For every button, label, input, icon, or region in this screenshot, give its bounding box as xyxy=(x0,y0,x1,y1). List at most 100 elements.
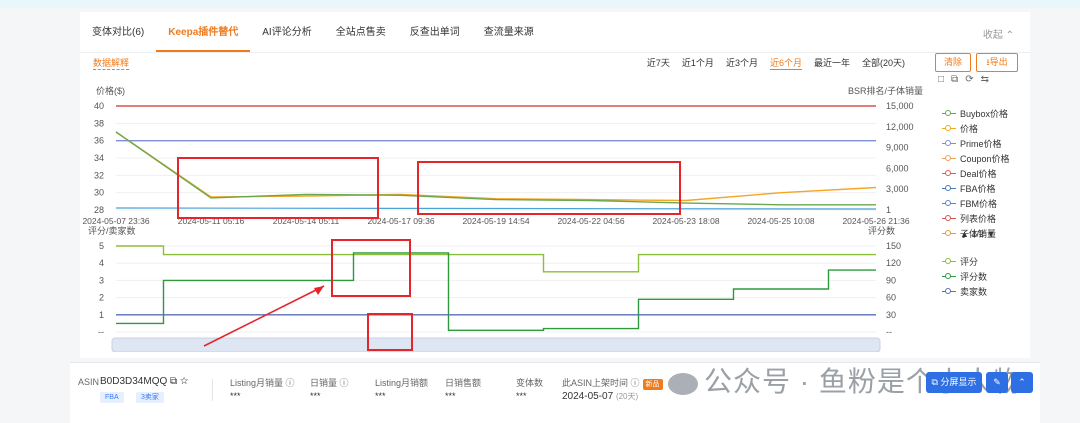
bottom-y-tick-label: 1 xyxy=(99,310,104,320)
monthly-revenue-value: *** xyxy=(375,391,386,401)
new-badge: 新品 xyxy=(642,379,663,390)
top-right-axis-label: BSR排名/子体销量 xyxy=(848,85,923,96)
collapse-up-button[interactable]: ⌃ xyxy=(1011,372,1033,393)
legend-item[interactable]: Buybox价格 xyxy=(942,106,1010,121)
bottom-right-ticks: 150 120 90 60 30 -- xyxy=(886,241,901,337)
monthly-sales-label: Listing月销量 ⓘ xyxy=(230,378,295,388)
star-icon[interactable]: ☆ xyxy=(180,376,188,387)
top-y2-tick-label: 6,000 xyxy=(886,163,909,173)
bottom-y2-tick-label: -- xyxy=(886,327,892,337)
bottom-y2-tick-label: 90 xyxy=(886,275,896,285)
daily-revenue-value: *** xyxy=(445,391,456,401)
annotation-box xyxy=(331,239,411,297)
export-button[interactable]: ⭳导出 xyxy=(976,53,1018,72)
legend-item[interactable]: FBA价格 xyxy=(942,181,1010,196)
bottom-right-axis-label: 评分数 xyxy=(868,225,895,236)
top-strip xyxy=(0,0,1080,8)
legend-item[interactable]: FBM价格 xyxy=(942,196,1010,211)
legend-label: Buybox价格 xyxy=(960,109,1009,119)
split-screen-button[interactable]: ⧉ 分屏显示 xyxy=(926,372,982,393)
top-y-tick-label: 36 xyxy=(94,136,104,146)
tab-bar: 变体对比(6) Keepa插件替代 AI评论分析 全站点售卖 反查出单词 查流量… xyxy=(80,12,1030,53)
tab-ai-review[interactable]: AI评论分析 xyxy=(250,12,323,52)
swap-icon[interactable]: ⇆ xyxy=(981,74,989,85)
help-icon[interactable]: ⓘ xyxy=(286,378,295,388)
top-x-tick-label: 2024-05-26 21:36 xyxy=(842,216,909,226)
legend-label: 评分数 xyxy=(960,272,988,282)
listing-time-label: 此ASIN上架时间 ⓘ 新品 xyxy=(562,376,663,390)
daily-sales-label: 日销量 ⓘ xyxy=(310,378,349,388)
legend-item[interactable]: 卖家数 xyxy=(942,284,987,299)
bottom-left-ticks: 5 4 3 2 1 -- xyxy=(98,241,104,337)
tab-reverse-words[interactable]: 反查出单词 xyxy=(398,12,472,52)
legend-marker-icon xyxy=(942,110,956,115)
edit-button[interactable]: ✎ xyxy=(986,372,1008,393)
legend-item[interactable]: Coupon价格 xyxy=(942,151,1010,166)
legend-item[interactable]: Deal价格 xyxy=(942,166,1010,181)
tab-all-sites[interactable]: 全站点售卖 xyxy=(324,12,398,52)
legend-item[interactable]: 评分数 xyxy=(942,269,987,284)
bottom-y2-tick-label: 150 xyxy=(886,241,901,251)
triangle-up-icon[interactable]: ▲ xyxy=(960,229,969,239)
daily-revenue-label: 日销售额 xyxy=(445,378,482,388)
legend-item[interactable]: 评分 xyxy=(942,254,987,269)
clear-button[interactable]: 清除 xyxy=(935,53,971,72)
chart-toolbar: □ ⧉ ⟳ ⇆ xyxy=(938,74,989,85)
top-y2-tick-label: 3,000 xyxy=(886,184,909,194)
bottom-left-axis-label: 评分/卖家数 xyxy=(88,225,136,236)
copy-icon[interactable]: ⧉ xyxy=(951,74,958,85)
legend-label: 卖家数 xyxy=(960,287,988,297)
legend-item[interactable]: 列表价格 xyxy=(942,211,1010,226)
series-line-价格 xyxy=(115,131,877,202)
daily-sales-value: *** xyxy=(310,391,321,401)
legend-marker-icon xyxy=(942,125,956,130)
top-y2-tick-label: 15,000 xyxy=(886,101,914,111)
legend-marker-icon xyxy=(942,170,956,175)
tab-traffic-source[interactable]: 查流量来源 xyxy=(472,12,546,52)
legend-label: 列表价格 xyxy=(960,214,997,224)
help-icon[interactable]: ⓘ xyxy=(631,378,640,388)
top-y-tick-label: 28 xyxy=(94,205,104,215)
zoom-slider[interactable] xyxy=(111,337,881,352)
legend-bottom: 评分评分数卖家数 xyxy=(942,254,987,299)
collapse-button[interactable]: 收起 ⌃ xyxy=(983,26,1014,41)
monthly-sales-value: *** xyxy=(230,391,241,401)
chevron-up-icon: ⌃ xyxy=(1005,30,1014,41)
bottom-y-tick-label: 4 xyxy=(99,258,104,268)
bottom-y-tick-label: 2 xyxy=(99,293,104,303)
tab-variant-compare[interactable]: 变体对比(6) xyxy=(80,12,156,52)
legend-pager[interactable]: ▲ 1/2 ▼ xyxy=(960,229,995,239)
asin-label: ASIN xyxy=(78,377,100,387)
legend-label: FBA价格 xyxy=(960,184,996,194)
legend-marker-icon xyxy=(942,155,956,160)
top-x-tick-label: 2024-05-25 10:08 xyxy=(747,216,814,226)
top-y-tick-label: 30 xyxy=(94,188,104,198)
legend-label: FBM价格 xyxy=(960,199,997,209)
legend-item[interactable]: 价格 xyxy=(942,121,1010,136)
copy-icon[interactable]: ⧉ xyxy=(170,376,177,387)
help-icon[interactable]: ⓘ xyxy=(340,378,349,388)
sellers-tag: 3卖家 xyxy=(136,392,164,403)
listing-days: (20天) xyxy=(615,392,639,401)
keepa-charts: 价格($) BSR排名/子体销量 40383634323028 15,00012… xyxy=(82,85,923,352)
refresh-icon[interactable]: ⟳ xyxy=(965,74,973,85)
legend-item[interactable]: Prime价格 xyxy=(942,136,1010,151)
bottom-y-tick-label: 3 xyxy=(99,275,104,285)
monthly-revenue-label: Listing月销额 xyxy=(375,378,429,388)
annotation-arrowhead xyxy=(314,286,324,295)
divider xyxy=(212,379,213,401)
tab-keepa[interactable]: Keepa插件替代 xyxy=(156,12,251,52)
bsr-line xyxy=(115,207,877,210)
legend-marker-icon xyxy=(942,288,956,293)
top-x-tick-label: 2024-05-22 04:56 xyxy=(557,216,624,226)
annotation-arrow xyxy=(203,285,325,347)
listing-time-value: 2024-05-07 (20天) xyxy=(562,391,639,402)
top-x-tick-label: 2024-05-19 14:54 xyxy=(462,216,529,226)
legend-label: Coupon价格 xyxy=(960,154,1010,164)
top-y-tick-label: 38 xyxy=(94,118,104,128)
triangle-down-icon[interactable]: ▼ xyxy=(986,229,995,239)
top-x-tick-label: 2024-05-23 18:08 xyxy=(652,216,719,226)
fba-tag: FBA xyxy=(100,392,124,403)
legend-marker-icon xyxy=(942,200,956,205)
top-left-axis-label: 价格($) xyxy=(96,85,125,96)
